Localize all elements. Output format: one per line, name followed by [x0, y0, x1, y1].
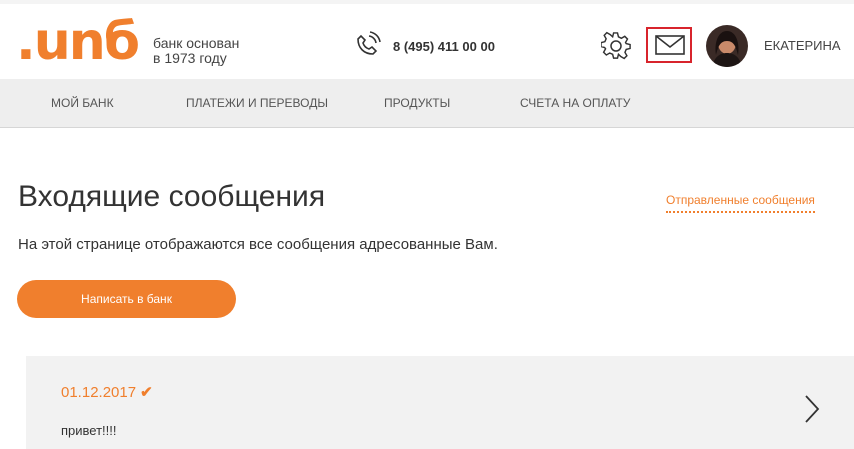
- nav-item-products[interactable]: ПРОДУКТЫ: [384, 96, 450, 110]
- write-to-bank-button[interactable]: Написать в банк: [17, 280, 236, 318]
- page-title: Входящие сообщения: [18, 180, 326, 213]
- user-name[interactable]: ЕКАТЕРИНА: [764, 38, 841, 53]
- page-description: На этой странице отображаются все сообще…: [18, 236, 498, 253]
- phone-number[interactable]: 8 (495) 411 00 00: [393, 39, 495, 54]
- read-check-icon: ✔: [140, 384, 153, 401]
- mail-icon: [655, 35, 685, 55]
- nav-item-payments[interactable]: ПЛАТЕЖИ И ПЕРЕВОДЫ: [186, 96, 328, 110]
- tagline-line-2: в 1973 году: [153, 50, 227, 66]
- gear-icon[interactable]: [601, 31, 631, 61]
- sent-messages-link[interactable]: Отправленные сообщения: [666, 193, 815, 213]
- nav-item-my-bank[interactable]: МОЙ БАНК: [51, 96, 114, 110]
- message-date: 01.12.2017: [61, 384, 137, 401]
- tagline-line-1: банк основан: [153, 35, 240, 51]
- message-text: привет!!!!: [61, 423, 117, 438]
- header: .unб банк основан в 1973 году 8 (495) 41…: [0, 4, 854, 79]
- main-nav: МОЙ БАНК ПЛАТЕЖИ И ПЕРЕВОДЫ ПРОДУКТЫ СЧЕ…: [0, 79, 854, 128]
- nav-item-invoices[interactable]: СЧЕТА НА ОПЛАТУ: [520, 96, 630, 110]
- logo-text: .unб: [16, 12, 140, 72]
- inbox-button[interactable]: [646, 27, 692, 63]
- chevron-right-icon[interactable]: [802, 394, 822, 424]
- avatar[interactable]: [706, 25, 748, 67]
- tagline: банк основан в 1973 году: [153, 36, 239, 66]
- phone-icon: [357, 31, 381, 55]
- message-item[interactable]: 01.12.2017 ✔ привет!!!!: [26, 356, 854, 449]
- message-date-row: 01.12.2017 ✔: [61, 383, 153, 401]
